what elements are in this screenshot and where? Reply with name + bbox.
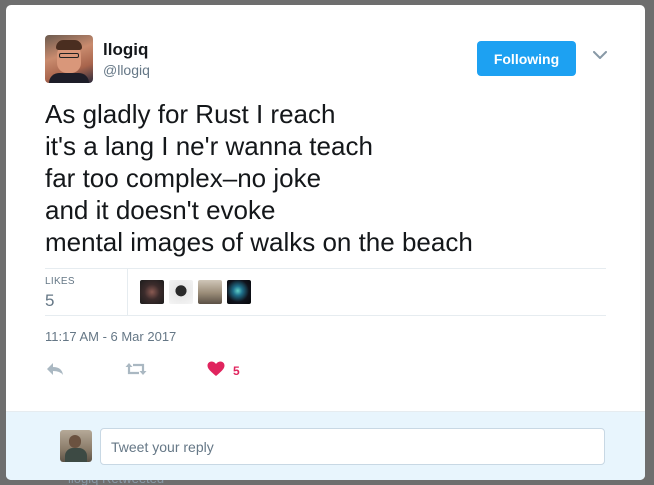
liker-avatar[interactable] <box>169 280 193 304</box>
reply-action[interactable] <box>45 360 65 382</box>
tweet-text-line: mental images of walks on the beach <box>45 227 473 257</box>
following-button[interactable]: Following <box>477 41 576 76</box>
tweet-modal: llogiq @llogiq Following As gladly for R… <box>6 5 645 480</box>
author-names[interactable]: llogiq @llogiq <box>103 40 150 79</box>
reply-bar: Tweet your reply <box>6 411 645 480</box>
like-count: 5 <box>233 364 240 378</box>
current-user-avatar <box>60 430 92 462</box>
tweet-text: As gladly for Rust I reach it's a lang I… <box>45 98 615 258</box>
reply-input[interactable]: Tweet your reply <box>100 428 605 465</box>
tweet-text-line: As gladly for Rust I reach <box>45 99 336 129</box>
tweet-text-line: far too complex–no joke <box>45 163 322 193</box>
chevron-down-icon[interactable] <box>592 47 608 63</box>
heart-icon[interactable] <box>207 361 225 382</box>
liker-avatar[interactable] <box>140 280 164 304</box>
tweet-actions: 5 <box>45 360 345 382</box>
tweet-header: llogiq @llogiq Following <box>45 35 615 85</box>
retweet-icon[interactable] <box>125 361 147 382</box>
liker-avatar[interactable] <box>227 280 251 304</box>
likes-label: LIKES <box>45 276 75 287</box>
tweet-text-line: and it doesn't evoke <box>45 195 276 225</box>
like-action[interactable]: 5 <box>207 360 240 382</box>
tweet-stats: LIKES 5 <box>45 268 606 316</box>
author-display-name[interactable]: llogiq <box>103 40 150 60</box>
likes-stat[interactable]: LIKES 5 <box>45 269 128 315</box>
author-avatar[interactable] <box>45 35 93 83</box>
author-screen-name[interactable]: @llogiq <box>103 61 150 79</box>
reply-icon[interactable] <box>45 361 65 382</box>
liker-avatar[interactable] <box>198 280 222 304</box>
likes-count: 5 <box>45 291 55 310</box>
likers-avatars <box>140 280 251 304</box>
reply-input-placeholder: Tweet your reply <box>111 438 214 455</box>
tweet-text-line: it's a lang I ne'r wanna teach <box>45 131 373 161</box>
retweet-action[interactable] <box>125 360 147 382</box>
tweet-timestamp[interactable]: 11:17 AM - 6 Mar 2017 <box>45 329 176 344</box>
